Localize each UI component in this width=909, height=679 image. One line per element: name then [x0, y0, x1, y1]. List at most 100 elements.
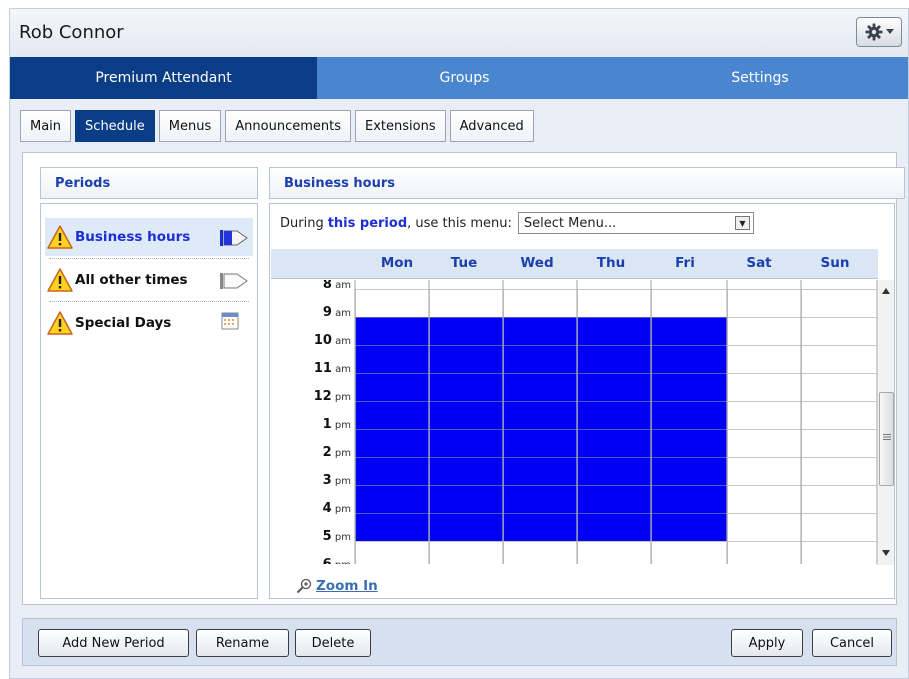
schedule-cell-sun-10am[interactable] [801, 345, 877, 373]
schedule-cell-thu-2pm[interactable] [577, 457, 651, 485]
period-item-all-other-times[interactable]: All other times [45, 261, 253, 299]
schedule-cell-thu-5pm[interactable] [577, 541, 651, 564]
schedule-cell-mon-3pm[interactable] [355, 485, 429, 513]
schedule-cell-fri-1pm[interactable] [651, 429, 727, 457]
schedule-cell-sun-2pm[interactable] [801, 457, 877, 485]
schedule-cell-wed-12pm[interactable] [503, 401, 577, 429]
schedule-cell-sat-11am[interactable] [727, 373, 801, 401]
schedule-cell-thu-4pm[interactable] [577, 513, 651, 541]
schedule-cell-mon-8am[interactable] [355, 289, 429, 317]
period-item-special-days[interactable]: Special Days [45, 304, 253, 342]
schedule-cell-wed-4pm[interactable] [503, 513, 577, 541]
chevron-down-icon [885, 29, 894, 34]
settings-menu-button[interactable] [856, 17, 902, 47]
schedule-cell-sun-9am[interactable] [801, 317, 877, 345]
menu-select-value: Select Menu... [523, 215, 617, 231]
schedule-cell-thu-9am[interactable] [577, 317, 651, 345]
schedule-cell-wed-5pm[interactable] [503, 541, 577, 564]
schedule-cell-wed-10am[interactable] [503, 345, 577, 373]
schedule-cell-tue-2pm[interactable] [429, 457, 503, 485]
schedule-cell-fri-4pm[interactable] [651, 513, 727, 541]
delete-button[interactable]: Delete [295, 629, 371, 657]
add-new-period-button[interactable]: Add New Period [38, 629, 189, 657]
schedule-cell-fri-5pm[interactable] [651, 541, 727, 564]
scrollbar-thumb[interactable] [879, 392, 894, 486]
schedule-cell-sat-5pm[interactable] [727, 541, 801, 564]
schedule-cell-mon-1pm[interactable] [355, 429, 429, 457]
subtab-announcements[interactable]: Announcements [225, 110, 351, 142]
schedule-cell-sat-3pm[interactable] [727, 485, 801, 513]
schedule-cell-wed-11am[interactable] [503, 373, 577, 401]
schedule-cell-mon-4pm[interactable] [355, 513, 429, 541]
schedule-cell-wed-1pm[interactable] [503, 429, 577, 457]
schedule-cell-tue-8am[interactable] [429, 289, 503, 317]
schedule-cell-wed-8am[interactable] [503, 289, 577, 317]
zoom-in-link[interactable]: Zoom In [296, 578, 378, 594]
schedule-cell-thu-8am[interactable] [577, 289, 651, 317]
app-window: Rob Connor Premium Attendant Groups Sett… [9, 8, 909, 679]
schedule-cell-sat-12pm[interactable] [727, 401, 801, 429]
schedule-cell-mon-11am[interactable] [355, 373, 429, 401]
schedule-cell-tue-5pm[interactable] [429, 541, 503, 564]
day-separator [576, 280, 578, 564]
schedule-cell-tue-9am[interactable] [429, 317, 503, 345]
apply-button[interactable]: Apply [731, 629, 803, 657]
schedule-cell-mon-9am[interactable] [355, 317, 429, 345]
menu-select[interactable]: Select Menu... ▼ [517, 212, 754, 234]
schedule-cell-tue-12pm[interactable] [429, 401, 503, 429]
scroll-down-icon[interactable] [882, 550, 890, 556]
calendar-icon [221, 312, 239, 330]
schedule-cell-tue-1pm[interactable] [429, 429, 503, 457]
schedule-cell-sun-3pm[interactable] [801, 485, 877, 513]
schedule-cell-fri-10am[interactable] [651, 345, 727, 373]
schedule-cell-tue-3pm[interactable] [429, 485, 503, 513]
tab-premium-attendant[interactable]: Premium Attendant [10, 57, 317, 99]
tab-groups[interactable]: Groups [317, 57, 612, 99]
schedule-cell-thu-10am[interactable] [577, 345, 651, 373]
cancel-button[interactable]: Cancel [812, 629, 892, 657]
schedule-cell-mon-12pm[interactable] [355, 401, 429, 429]
schedule-cell-fri-2pm[interactable] [651, 457, 727, 485]
schedule-cell-sun-8am[interactable] [801, 289, 877, 317]
subtab-main[interactable]: Main [20, 110, 72, 142]
schedule-cell-thu-1pm[interactable] [577, 429, 651, 457]
schedule-cell-sun-4pm[interactable] [801, 513, 877, 541]
schedule-cell-sun-5pm[interactable] [801, 541, 877, 564]
schedule-cell-mon-5pm[interactable] [355, 541, 429, 564]
schedule-cell-sat-4pm[interactable] [727, 513, 801, 541]
schedule-grid[interactable]: 8 am 9 am 10 am 11 am 12 pm 1 pm 2 pm 3 pm 4 pm 5… [271, 280, 877, 564]
period-item-business-hours[interactable]: Business hours [45, 218, 253, 256]
schedule-cell-tue-4pm[interactable] [429, 513, 503, 541]
grid-scrollbar[interactable] [877, 280, 894, 565]
schedule-cell-mon-2pm[interactable] [355, 457, 429, 485]
schedule-cell-tue-11am[interactable] [429, 373, 503, 401]
schedule-cell-sun-12pm[interactable] [801, 401, 877, 429]
schedule-cell-sat-2pm[interactable] [727, 457, 801, 485]
schedule-cell-sat-9am[interactable] [727, 317, 801, 345]
rename-button[interactable]: Rename [196, 629, 289, 657]
schedule-cell-wed-3pm[interactable] [503, 485, 577, 513]
schedule-cell-sun-1pm[interactable] [801, 429, 877, 457]
subtab-schedule[interactable]: Schedule [75, 110, 155, 142]
subtab-extensions[interactable]: Extensions [355, 110, 446, 142]
schedule-cell-wed-2pm[interactable] [503, 457, 577, 485]
schedule-cell-tue-10am[interactable] [429, 345, 503, 373]
schedule-cell-sat-10am[interactable] [727, 345, 801, 373]
schedule-cell-mon-10am[interactable] [355, 345, 429, 373]
subtab-menus[interactable]: Menus [158, 110, 222, 142]
schedule-cell-thu-11am[interactable] [577, 373, 651, 401]
schedule-cell-fri-3pm[interactable] [651, 485, 727, 513]
schedule-cell-fri-8am[interactable] [651, 289, 727, 317]
schedule-cell-fri-12pm[interactable] [651, 401, 727, 429]
schedule-cell-fri-9am[interactable] [651, 317, 727, 345]
schedule-cell-sat-1pm[interactable] [727, 429, 801, 457]
schedule-cell-wed-9am[interactable] [503, 317, 577, 345]
subtab-advanced[interactable]: Advanced [449, 110, 534, 142]
schedule-cell-thu-3pm[interactable] [577, 485, 651, 513]
schedule-cell-thu-12pm[interactable] [577, 401, 651, 429]
tab-settings[interactable]: Settings [612, 57, 908, 99]
schedule-cell-sun-11am[interactable] [801, 373, 877, 401]
scroll-up-icon[interactable] [882, 288, 890, 294]
schedule-cell-sat-8am[interactable] [727, 289, 801, 317]
schedule-cell-fri-11am[interactable] [651, 373, 727, 401]
